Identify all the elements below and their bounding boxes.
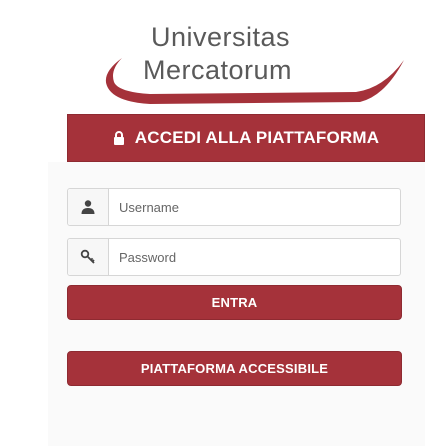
university-logo: Universitas Mercatorum <box>0 0 435 118</box>
user-icon <box>68 189 109 225</box>
key-icon <box>68 239 109 275</box>
username-input[interactable] <box>109 189 400 225</box>
login-button[interactable]: ENTRA <box>67 285 402 320</box>
password-input[interactable] <box>109 239 400 275</box>
logo-text-line1: Universitas <box>151 22 291 52</box>
logo-text-line2: Mercatorum <box>143 55 293 85</box>
login-header: ACCEDI ALLA PIATTAFORMA <box>67 114 425 162</box>
lock-icon <box>113 131 124 145</box>
password-field[interactable] <box>67 238 401 276</box>
accessible-platform-button[interactable]: PIATTAFORMA ACCESSIBILE <box>67 351 402 386</box>
login-header-title: ACCEDI ALLA PIATTAFORMA <box>134 128 380 147</box>
username-field[interactable] <box>67 188 401 226</box>
